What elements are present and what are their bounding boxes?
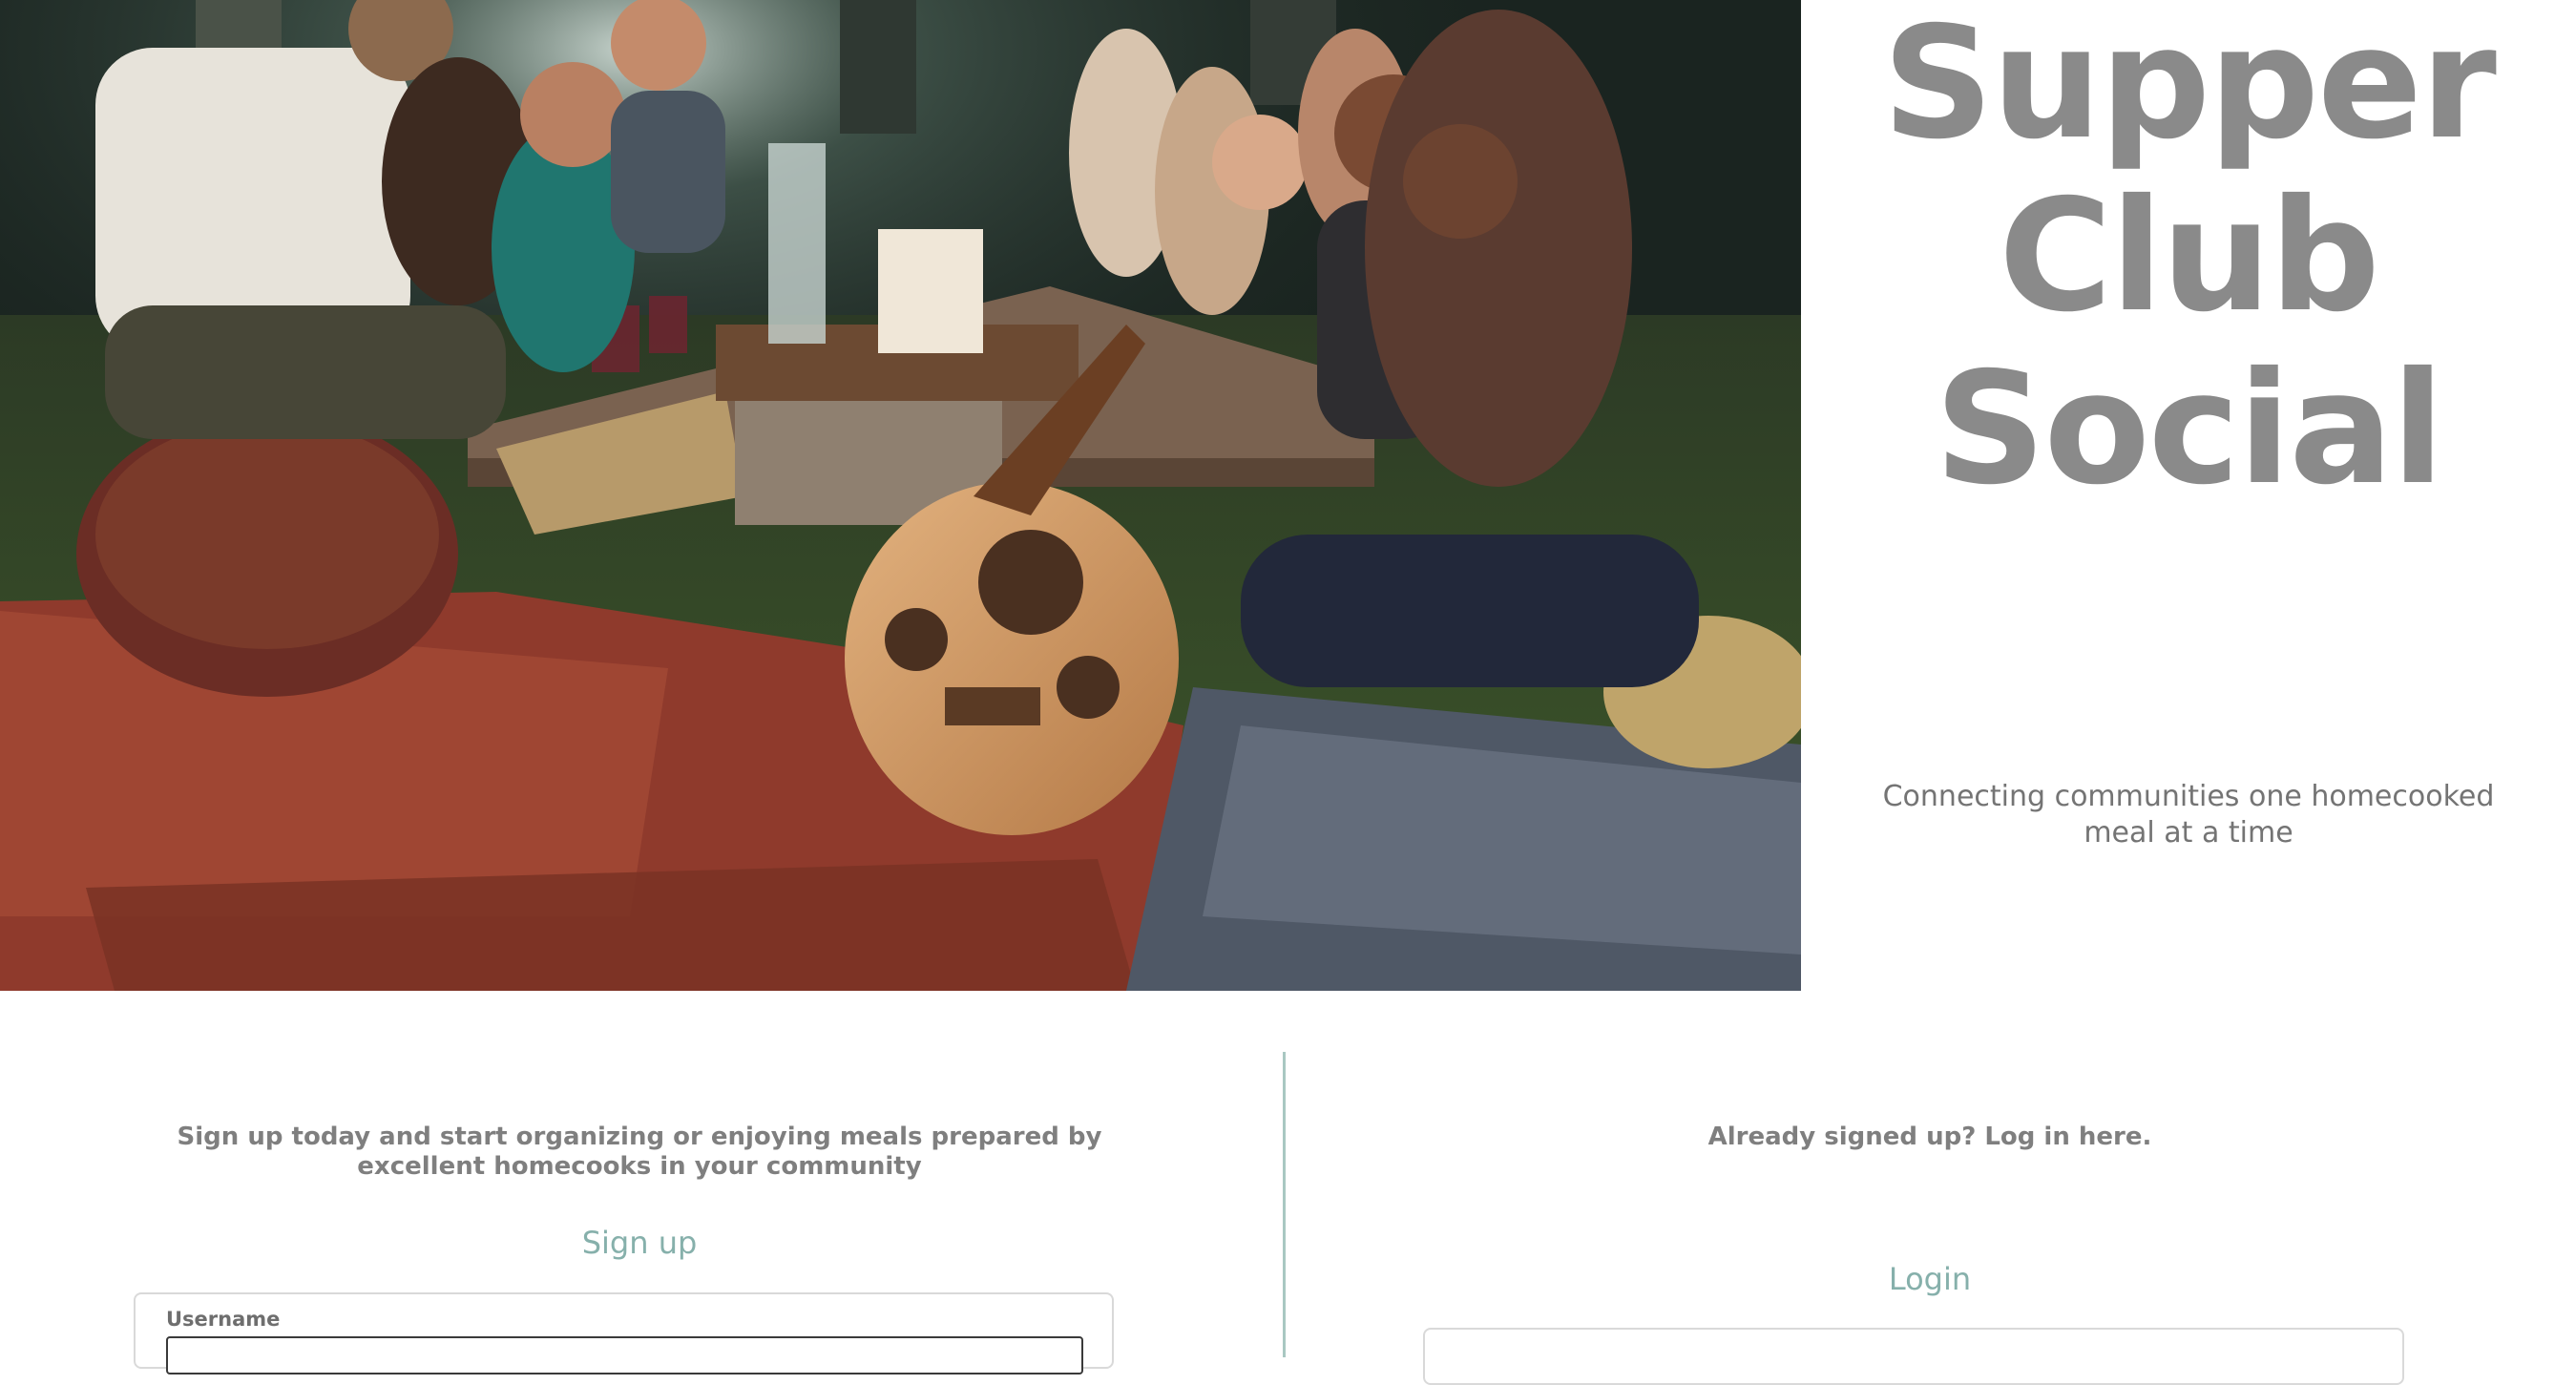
site-tagline: Connecting communities one homecooked me… [1882, 780, 2495, 850]
signup-column: Sign up today and start organizing or en… [0, 991, 1283, 1375]
site-title-line-3: Social [1934, 340, 2444, 519]
hero-section: Supper Club Social Connecting communitie… [0, 0, 2576, 991]
signup-form: Username [134, 1292, 1114, 1375]
signup-heading: Sign up [581, 1225, 698, 1261]
login-column: Already signed up? Log in here. Login [1286, 991, 2576, 1385]
username-input[interactable] [166, 1336, 1083, 1375]
hero-photo-illustration [0, 0, 1801, 991]
site-title-line-1: Supper [1882, 0, 2497, 174]
site-title-line-2: Club [1999, 167, 2380, 346]
signup-intro-text: Sign up today and start organizing or en… [177, 1123, 1102, 1181]
auth-section: Sign up today and start organizing or en… [0, 991, 2576, 1385]
brand-panel: Supper Club Social Connecting communitie… [1801, 0, 2576, 991]
login-form [1423, 1328, 2404, 1385]
login-intro-text: Already signed up? Log in here. [1707, 1123, 2152, 1151]
username-label: Username [166, 1308, 281, 1331]
site-title: Supper Club Social [1801, 0, 2576, 516]
login-heading: Login [1888, 1261, 1972, 1297]
hero-photo-outdoor-dinner [0, 0, 1801, 991]
